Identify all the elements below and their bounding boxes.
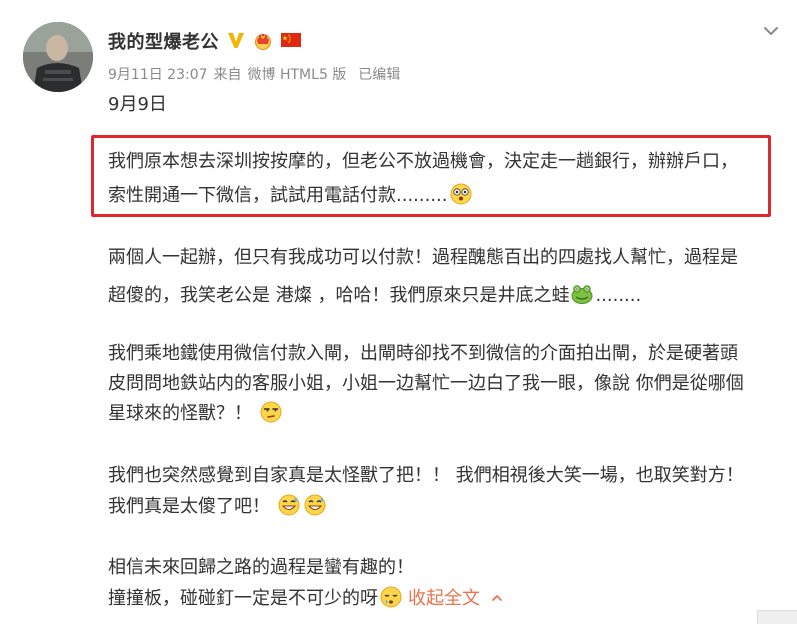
author-badges <box>226 28 302 52</box>
post-text-line: 我們真是太傻了吧！ <box>108 492 328 522</box>
unamused-face-emoji-icon <box>260 401 282 423</box>
chevron-down-icon[interactable] <box>760 20 782 42</box>
post-text-line: 兩個人一起辦，但只有我成功可以付款！過程醜態百出的四處找人幫忙，過程是 <box>108 247 738 268</box>
avatar[interactable] <box>23 22 93 92</box>
post-source[interactable]: 微博 HTML5 版 <box>248 64 347 84</box>
collapse-full-text-link[interactable]: 收起全文 <box>408 588 480 609</box>
post-text-line: 我們也突然感覺到自家真是太怪獸了把！！ 我們相視後大笑一場，也取笑對方！ <box>108 465 744 486</box>
author-name[interactable]: 我的型爆老公 <box>108 28 219 54</box>
post-text-line: 我們乘地鐵使用微信付款入閘，出閘時卻找不到微信的介面拍出閘，於是硬著頭 <box>108 343 738 364</box>
post-text-line: 索性開通一下微信，試試用電話付款......... <box>108 181 474 211</box>
post-text-segment: ........ <box>595 285 642 306</box>
weibo-post: 我的型爆老公 9月11日 23:07 来自 微博 HTML5 版 已编辑 9月9… <box>0 0 797 624</box>
sleepy-face-emoji-icon <box>380 586 402 608</box>
source-prefix: 来自 <box>213 67 242 83</box>
post-text-line: 我們原本想去深圳按按摩的，但老公不放過機會，決定走一趟銀行，辦辦戶口， <box>108 151 738 172</box>
avatar-image <box>23 22 93 92</box>
crown-badge-icon[interactable] <box>252 30 274 50</box>
verified-v-icon[interactable] <box>226 30 246 50</box>
post-text-segment: 超傻的，我笑老公是 港燦 ，哈哈！我們原來只是井底之蛙 <box>108 285 570 306</box>
post-timestamp[interactable]: 9月11日 23:07 <box>108 64 208 84</box>
post-text-segment: 星球來的怪獸？！ <box>108 403 252 424</box>
post-date-line: 9月9日 <box>108 94 167 115</box>
china-flag-icon[interactable] <box>280 30 302 50</box>
post-text-line: 星球來的怪獸？！ <box>108 399 284 429</box>
post-text-segment: 索性開通一下微信，試試用電話付款......... <box>108 185 448 206</box>
post-text-line: 超傻的，我笑老公是 港燦 ，哈哈！我們原來只是井底之蛙 ........ <box>108 281 641 311</box>
post-text-segment: 撞撞板，碰碰釘一定是不可少的呀 <box>108 588 378 609</box>
post-text-line: 皮問問地鉄站内的客服小姐，小姐一边幫忙一边白了我一眼，像說 你們是從哪個 <box>108 373 744 394</box>
grinning-sweat-emoji-icon <box>278 494 300 516</box>
edited-label[interactable]: 已编辑 <box>358 64 400 84</box>
dizzy-face-emoji-icon <box>450 183 471 205</box>
scrollbar-corner <box>757 610 797 624</box>
frog-emoji-icon <box>571 285 593 304</box>
post-meta: 9月11日 23:07 来自 微博 HTML5 版 已编辑 <box>108 64 400 84</box>
grinning-sweat-emoji-icon <box>304 494 326 516</box>
post-text-line: 相信未來回歸之路的過程是蠻有趣的！ <box>108 557 414 578</box>
post-text-line: 撞撞板，碰碰釘一定是不可少的呀 收起全文 <box>108 584 504 614</box>
post-text-segment: 我們真是太傻了吧！ <box>108 496 270 517</box>
caret-up-icon[interactable] <box>490 591 504 605</box>
